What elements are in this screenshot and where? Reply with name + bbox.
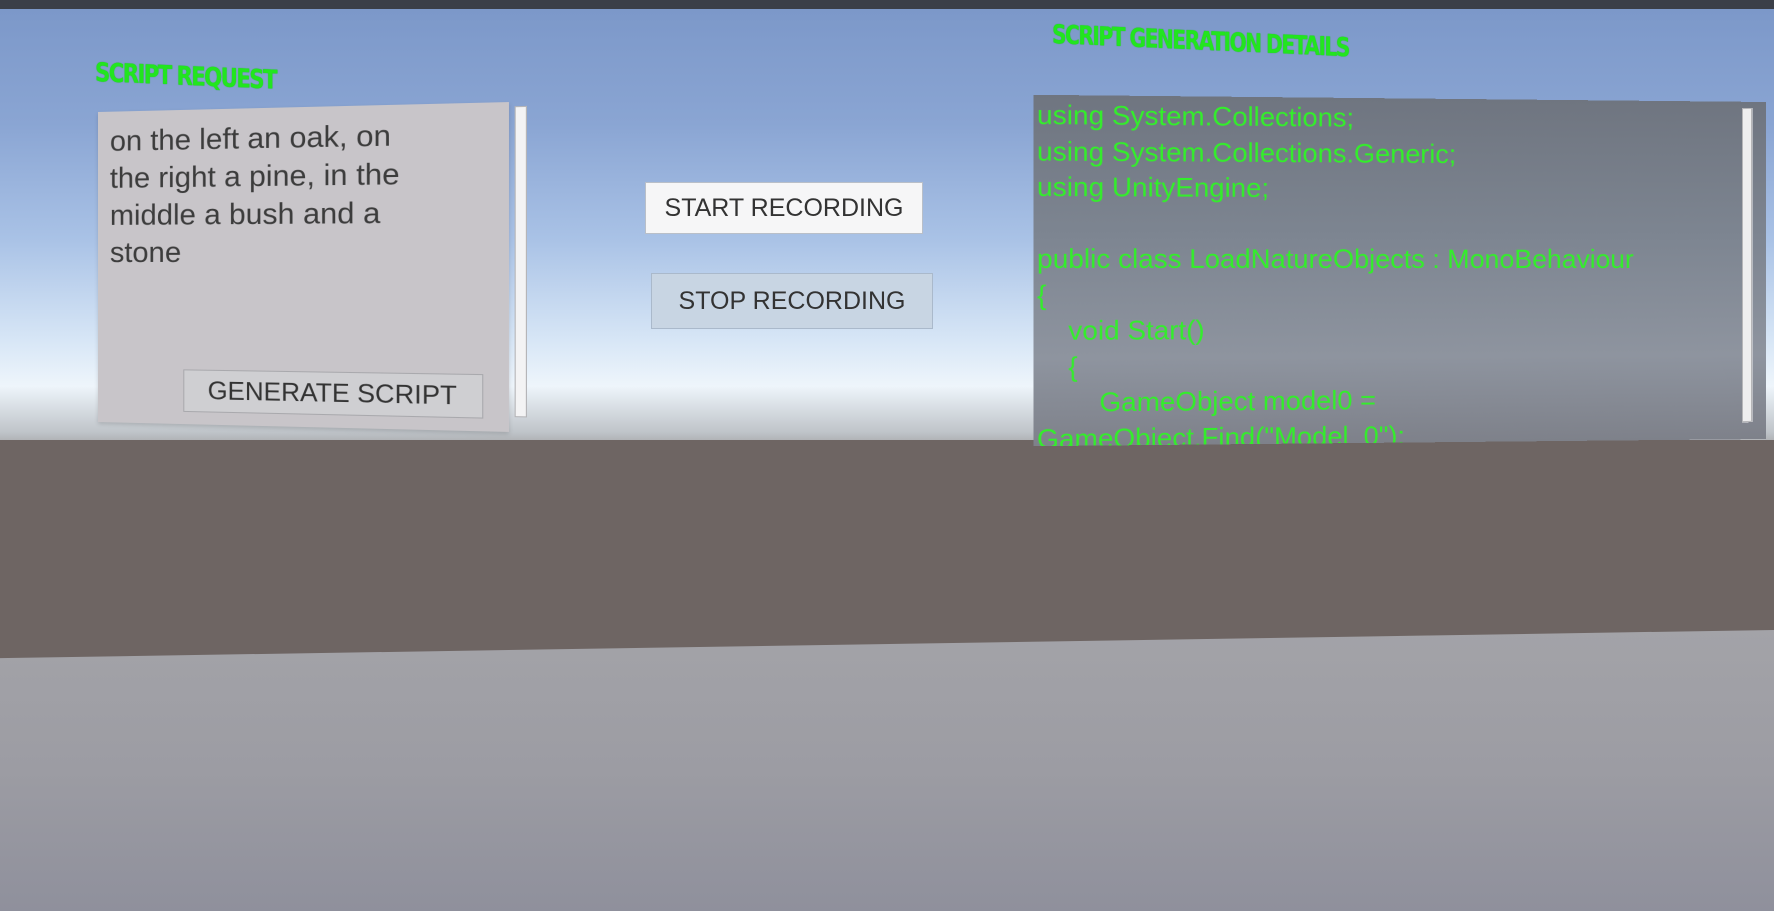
code-line: using System.Collections;: [1037, 99, 1355, 133]
code-line: public class LoadNatureObjects : MonoBeh…: [1037, 242, 1634, 275]
start-recording-button[interactable]: START RECORDING: [645, 182, 923, 234]
script-request-panel[interactable]: on the left an oak, on the right a pine,…: [98, 102, 527, 432]
details-scrollbar[interactable]: [1742, 107, 1752, 423]
stop-recording-button[interactable]: STOP RECORDING: [651, 273, 933, 329]
floor-plane: [0, 630, 1774, 911]
code-line: using UnityEngine;: [1037, 170, 1270, 204]
request-scrollbar[interactable]: [514, 105, 527, 418]
code-line: using System.Collections.Generic;: [1037, 134, 1457, 169]
code-line: void Start(): [1037, 314, 1205, 347]
window-top-bar: [0, 0, 1774, 9]
script-request-input[interactable]: on the left an oak, on the right a pine,…: [110, 116, 467, 273]
game-scene: SCRIPT REQUEST on the left an oak, on th…: [0, 0, 1774, 911]
code-line: {: [1037, 350, 1078, 383]
generated-code: using System.Collections; using System.Co…: [1037, 97, 1765, 446]
code-line: {: [1037, 278, 1047, 311]
script-details-panel[interactable]: using System.Collections; using System.Co…: [1033, 94, 1766, 447]
generate-script-button[interactable]: GENERATE SCRIPT: [183, 369, 484, 419]
